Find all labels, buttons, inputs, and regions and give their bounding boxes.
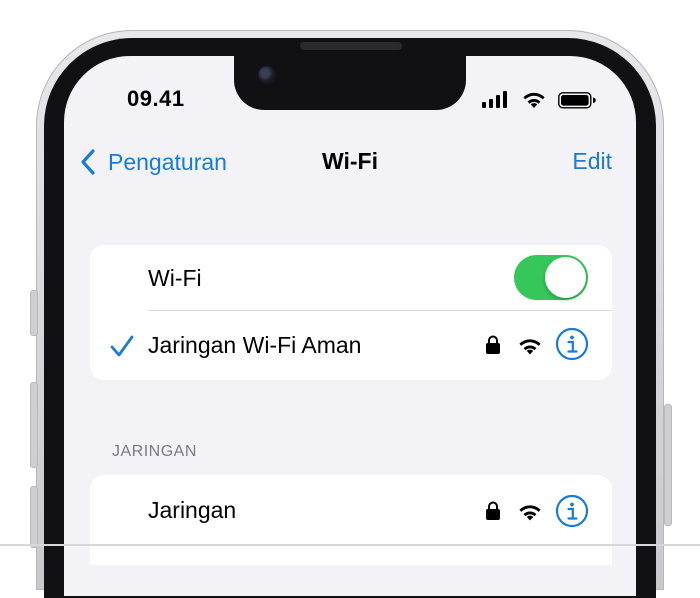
wifi-strength-icon (519, 505, 541, 521)
side-button (30, 290, 38, 336)
wifi-strength-icon (519, 339, 541, 355)
status-time: 09.41 (127, 86, 185, 111)
network-name: Jaringan (148, 497, 237, 523)
wifi-toggle-switch[interactable] (514, 255, 588, 300)
lock-icon (486, 335, 500, 354)
connected-network-name: Jaringan Wi-Fi Aman (148, 332, 362, 358)
wifi-toggle-label: Wi-Fi (148, 264, 202, 291)
info-icon[interactable] (555, 327, 589, 361)
networks-section-header: JARINGAN (112, 443, 197, 460)
battery-icon (558, 92, 596, 109)
networks-group: Jaringan (90, 475, 612, 565)
status-icons (482, 89, 622, 109)
toggle-knob (545, 257, 586, 298)
speaker-grille (300, 42, 402, 50)
side-button (30, 486, 38, 548)
back-button[interactable]: Pengaturan (78, 148, 227, 176)
wifi-toggle-row: Wi-Fi (90, 245, 612, 311)
front-camera (258, 66, 276, 84)
network-list-item[interactable]: Jaringan (90, 475, 612, 547)
wifi-signal-icon (523, 92, 545, 108)
chevron-left-icon (81, 149, 95, 175)
side-button (664, 404, 672, 526)
wifi-settings-group: Wi-Fi Jaringan Wi-Fi Aman (90, 245, 612, 380)
back-button-label: Pengaturan (108, 148, 227, 175)
lock-icon (486, 501, 500, 520)
cellular-signal-icon (482, 91, 507, 108)
edit-button[interactable]: Edit (572, 148, 612, 175)
checkmark-icon (110, 335, 134, 357)
connected-network-row[interactable]: Jaringan Wi-Fi Aman (90, 311, 612, 380)
info-icon[interactable] (555, 494, 589, 528)
side-button (30, 382, 38, 468)
